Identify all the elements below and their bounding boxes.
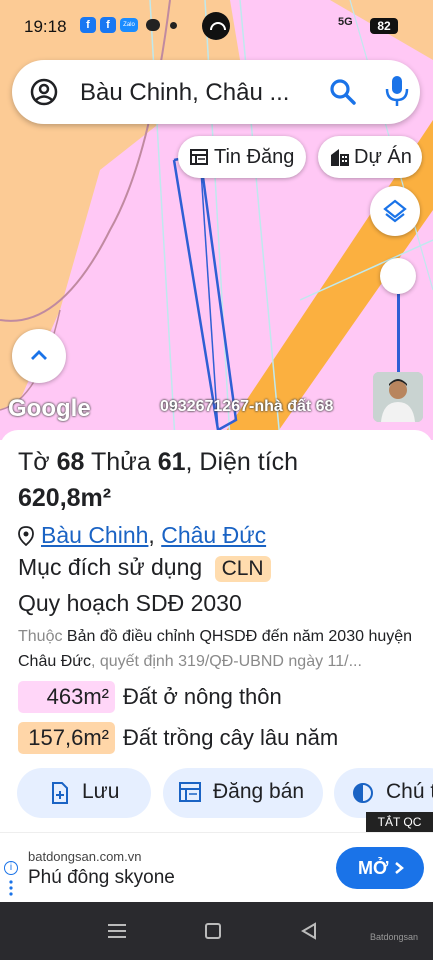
microphone-icon[interactable] [384, 74, 410, 108]
tin-dang-chip[interactable]: Tin Đăng [178, 136, 306, 178]
search-query[interactable]: Bàu Chinh, Châu ... [80, 79, 289, 107]
newspaper-icon [190, 149, 208, 165]
notification-dot-icon [170, 22, 177, 29]
plot-number: 61 [157, 448, 186, 476]
hotspot-icon [190, 10, 244, 44]
note-label: Chú t [386, 780, 433, 803]
address: Bàu Chinh, Châu Đức [41, 522, 267, 548]
area-label: Đất ở nông thôn [123, 684, 282, 709]
area-row-perennial: 157,6m² Đất trồng cây lâu năm [18, 722, 338, 754]
du-an-label: Dự Án [354, 146, 412, 168]
ad-domain: batdongsan.com.vn [28, 849, 142, 864]
ad-open-button[interactable]: MỞ [336, 847, 424, 889]
layers-button[interactable] [370, 186, 420, 236]
post-sale-label: Đăng bán [213, 780, 305, 803]
signal-icon: 5G [338, 16, 353, 28]
ad-banner[interactable]: i batdongsan.com.vn Phú đông skyone MỞ [0, 832, 433, 902]
area-row-residential: 463m² Đất ở nông thôn [18, 681, 282, 713]
plan-note: Thuộc Bản đồ điều chỉnh QHSDĐ đến năm 20… [18, 628, 413, 670]
area-label: Đất trồng cây lâu năm [123, 725, 339, 750]
ad-title: Phú đông skyone [28, 867, 175, 888]
account-icon[interactable] [30, 78, 58, 106]
parcel-info-panel: Tờ 68 Thửa 61, Diện tích 620,8m² Bàu Chi… [0, 430, 433, 850]
purpose-badge: CLN [214, 556, 271, 582]
note-button[interactable]: Chú t [334, 768, 433, 818]
post-sale-button[interactable]: Đăng bán [163, 768, 323, 818]
chevron-up-icon [31, 350, 47, 360]
system-nav-bar [0, 902, 433, 960]
more-options-icon[interactable] [9, 879, 13, 897]
save-button[interactable]: Lưu [17, 768, 151, 818]
sheet-number: 68 [56, 448, 85, 476]
back-icon[interactable] [300, 922, 318, 940]
location-pin-icon [18, 526, 34, 546]
facebook-icon: f [100, 17, 116, 33]
chat-icon [146, 19, 160, 31]
recent-apps-icon[interactable] [107, 923, 127, 939]
map-watermark: 0932671267-nhà đất 68 [160, 398, 334, 415]
buildings-icon [331, 149, 349, 166]
ad-open-label: MỞ [358, 858, 389, 878]
layers-icon [383, 199, 407, 223]
area-value: 157,6m² [18, 722, 115, 754]
battery-icon: 82 [370, 18, 398, 34]
brand-watermark: Batdongsan [370, 932, 419, 942]
plan-title: Quy hoạch SDĐ 2030 [18, 590, 242, 616]
contrast-icon [353, 783, 373, 803]
tin-dang-label: Tin Đăng [214, 146, 295, 168]
chevron-right-icon [395, 862, 404, 874]
opacity-slider-handle[interactable] [380, 258, 416, 294]
google-logo: Google [8, 395, 91, 422]
add-document-icon [52, 782, 68, 804]
agent-avatar[interactable] [373, 372, 423, 422]
search-icon[interactable] [328, 77, 358, 107]
home-icon[interactable] [205, 923, 221, 939]
search-bar[interactable]: Bàu Chinh, Châu ... [12, 60, 420, 124]
save-label: Lưu [82, 780, 120, 803]
ad-info-icon[interactable]: i [4, 861, 18, 875]
parcel-area: 620,8m² [18, 484, 112, 512]
hide-ad-button[interactable]: TẮT QC [366, 812, 433, 832]
ward-link[interactable]: Bàu Chinh [41, 522, 148, 548]
zalo-icon: Zalo [120, 18, 138, 32]
du-an-chip[interactable]: Dự Án [318, 136, 422, 178]
status-time: 19:18 [24, 17, 67, 36]
newspaper-icon [179, 782, 201, 802]
facebook-icon: f [80, 17, 96, 33]
area-value: 463m² [18, 681, 115, 713]
parcel-heading: Tờ 68 Thửa 61, Diện tích 620,8m² [18, 448, 299, 512]
status-bar: 19:18 f f Zalo 5G 82 [0, 0, 433, 56]
expand-button[interactable] [12, 329, 66, 383]
district-link[interactable]: Châu Đức [161, 522, 266, 548]
purpose-row: Mục đích sử dụng CLN [18, 554, 271, 582]
